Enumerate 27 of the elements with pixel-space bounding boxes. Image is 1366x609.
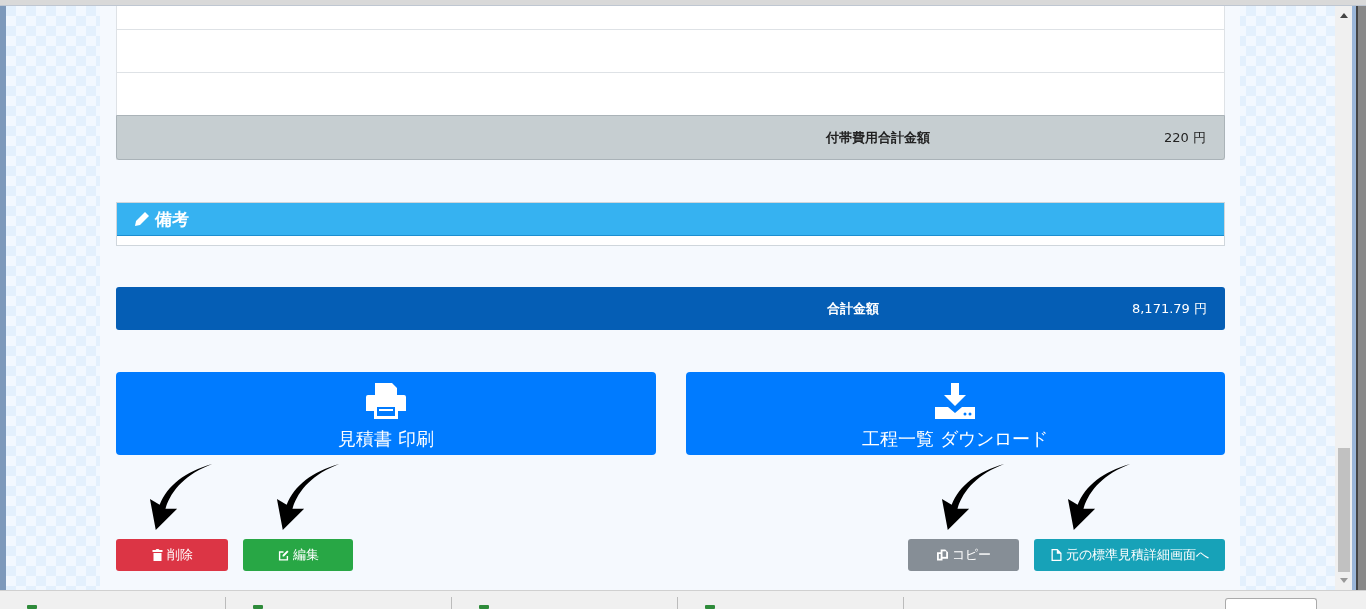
trash-icon [151, 549, 163, 561]
grand-total-label: 合計金額 [827, 299, 880, 318]
download-icon [935, 382, 976, 419]
pencil-icon [134, 211, 150, 227]
scroll-down-icon[interactable] [1339, 578, 1348, 583]
taskbar-button[interactable] [1225, 598, 1317, 609]
edit-icon [277, 549, 289, 561]
standard-detail-button[interactable]: 元の標準見積詳細画面へ [1034, 539, 1225, 571]
copy-icon [936, 549, 948, 561]
printer-icon [365, 382, 406, 419]
scrollbar[interactable] [1335, 6, 1352, 590]
scroll-thumb[interactable] [1337, 448, 1350, 572]
document-icon [1050, 549, 1062, 561]
sheet-icon [479, 605, 489, 609]
sheet-icon [705, 605, 715, 609]
print-button[interactable]: 見積書 印刷 [116, 372, 656, 455]
download-button[interactable]: 工程一覧 ダウンロード [685, 372, 1225, 455]
delete-button[interactable]: 削除 [116, 539, 228, 571]
sheet-icon [253, 605, 263, 609]
sheet-icon [27, 605, 37, 609]
total-amount: 220 円 [1163, 128, 1207, 147]
edit-button[interactable]: 編集 [243, 539, 353, 571]
grand-total-amount: 8,171.79 円 [1130, 299, 1208, 318]
total-label: 付帯費用合計金額 [826, 128, 931, 147]
copy-button[interactable]: コピー [908, 539, 1019, 571]
scroll-up-icon[interactable] [1339, 13, 1348, 18]
remarks-title: 備考 [155, 207, 189, 231]
